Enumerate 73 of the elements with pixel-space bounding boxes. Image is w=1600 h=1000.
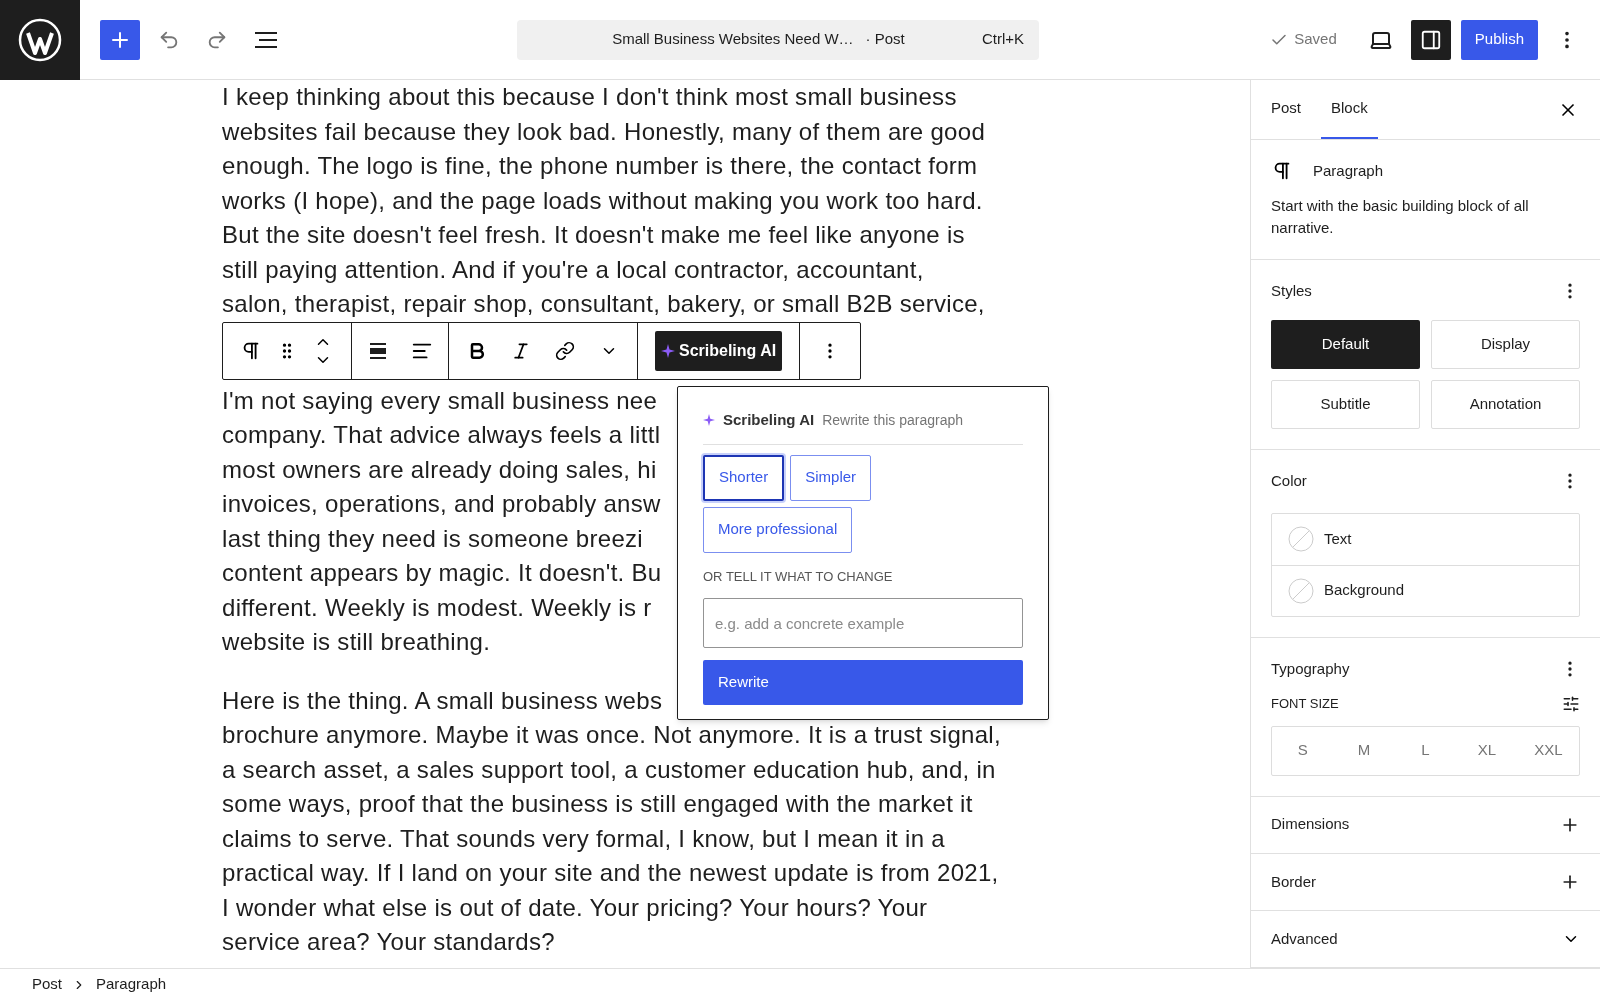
paragraph-line: Here is the thing. A small business webs <box>222 685 663 716</box>
list-view-icon[interactable] <box>254 29 278 50</box>
section-title: Color <box>1271 471 1307 491</box>
section-title: Advanced <box>1271 928 1338 949</box>
empty-swatch-icon <box>1288 526 1314 552</box>
font-size-option[interactable]: XL <box>1456 726 1518 775</box>
sidebar-tab[interactable]: Block <box>1321 80 1378 139</box>
style-option[interactable]: Display <box>1431 320 1580 369</box>
breadcrumb-link[interactable]: Paragraph <box>96 973 167 996</box>
sidebar-tab[interactable]: Post <box>1261 80 1311 139</box>
field-label: OR TELL IT WHAT TO CHANGE <box>703 567 894 586</box>
paragraph-line: most owners are already doing sales, hi <box>222 454 657 485</box>
save-status: Saved <box>1294 29 1337 50</box>
paragraph-line: practical way. If I land on your site and the newest update is from 2021, <box>222 858 999 888</box>
instruction-field[interactable]: e.g. add a concrete example <box>703 598 1023 648</box>
paragraph-line: website is still breathing. <box>222 627 491 657</box>
document-title: Small Business Websites Need W… <box>612 29 854 50</box>
paragraph-line: But the site doesn't feel fresh. It doesn't make me feel like anyone is <box>222 220 965 250</box>
paragraph-line: works (I hope), and the page loads without making you work too hard. <box>222 185 983 216</box>
breadcrumb-link[interactable]: Post <box>32 973 62 996</box>
logo-icon[interactable] <box>18 17 62 62</box>
empty-swatch-icon <box>1288 577 1314 604</box>
rewrite-option[interactable]: More professional <box>703 506 853 553</box>
block-name: Paragraph <box>1313 161 1384 181</box>
settings-toggle[interactable] <box>1410 19 1451 60</box>
rewrite-button[interactable]: Rewrite <box>703 660 1023 705</box>
color-option[interactable]: Background <box>1272 564 1579 616</box>
rewrite-option[interactable]: Simpler <box>790 454 872 501</box>
rewrite-option[interactable]: Shorter <box>703 454 785 501</box>
paragraph-line: claims to serve. That sounds very formal, I know, but I mean it in a <box>222 823 945 854</box>
paragraph-line: I'm not saying every small business nee <box>222 385 658 416</box>
paragraph-line: I wonder what else is out of date. Your pricing? Your hours? Your <box>222 892 928 923</box>
sparkle-icon <box>703 414 715 427</box>
font-size-option[interactable]: XXL <box>1517 726 1580 775</box>
section-title: Styles <box>1271 280 1312 301</box>
paragraph-line: different. Weekly is modest. Weekly is r <box>222 592 652 623</box>
style-option[interactable]: Subtitle <box>1271 380 1420 429</box>
paragraph-line: a search asset, a sales support tool, a customer education hub, and, in <box>222 754 996 785</box>
section-title: Typography <box>1271 658 1350 679</box>
sliders-icon[interactable] <box>1562 694 1580 713</box>
paragraph-line: company. That advice always feels a littl <box>222 420 661 450</box>
paragraph-line: websites fail because they look bad. Honestly, many of them are good <box>222 116 986 147</box>
color-option[interactable]: Text <box>1272 513 1579 565</box>
ai-button[interactable]: Scribeling AI <box>655 330 783 371</box>
font-size-option[interactable]: L <box>1394 726 1457 775</box>
section-title: Border <box>1271 871 1317 892</box>
paragraph-line: service area? Your standards? <box>222 927 555 957</box>
sparkle-icon <box>661 343 675 358</box>
document-type: · Post <box>865 29 905 50</box>
section-title: Dimensions <box>1271 814 1350 835</box>
shortcut-hint: Ctrl+K <box>982 29 1025 50</box>
paragraph-line: salon, therapist, repair shop, consultant, bakery, or small B2B service, <box>222 289 985 319</box>
paragraph-line: brochure anymore. Maybe it was once. Not anymore. It is a trust signal, <box>222 720 1001 750</box>
style-option[interactable]: Default <box>1271 320 1420 369</box>
paragraph-line: content appears by magic. It doesn't. Bu <box>222 558 662 588</box>
paragraph-line: invoices, operations, and probably answ <box>222 489 661 519</box>
paragraph-line: some ways, proof that the business is still engaged with the market it <box>222 789 973 819</box>
sidebar-icon <box>1419 28 1442 51</box>
publish-button[interactable]: Publish <box>1460 19 1538 60</box>
paragraph-line: last thing they need is someone breezi <box>222 523 643 554</box>
paragraph-line: enough. The logo is fine, the phone number is there, the contact form <box>222 151 978 181</box>
font-size-option[interactable]: M <box>1333 726 1395 775</box>
command-bar[interactable]: Small Business Websites Need W… · Post Ctrl+K <box>517 19 1040 60</box>
style-option[interactable]: Annotation <box>1431 380 1580 429</box>
add-block-button[interactable] <box>100 19 140 60</box>
popover-title: Scribeling AI <box>723 410 815 430</box>
logo-tile[interactable] <box>0 0 80 80</box>
font-size-option[interactable]: S <box>1272 726 1334 775</box>
paragraph-line: I keep thinking about this because I don't think most small business <box>222 82 957 112</box>
paragraph-line: still paying attention. And if you're a local contractor, accountant, <box>222 254 924 285</box>
field-label: FONT SIZE <box>1271 695 1339 713</box>
popover-subtitle: Rewrite this paragraph <box>822 410 963 430</box>
block-description: Start with the basic building block of all narrative. <box>1271 195 1530 238</box>
